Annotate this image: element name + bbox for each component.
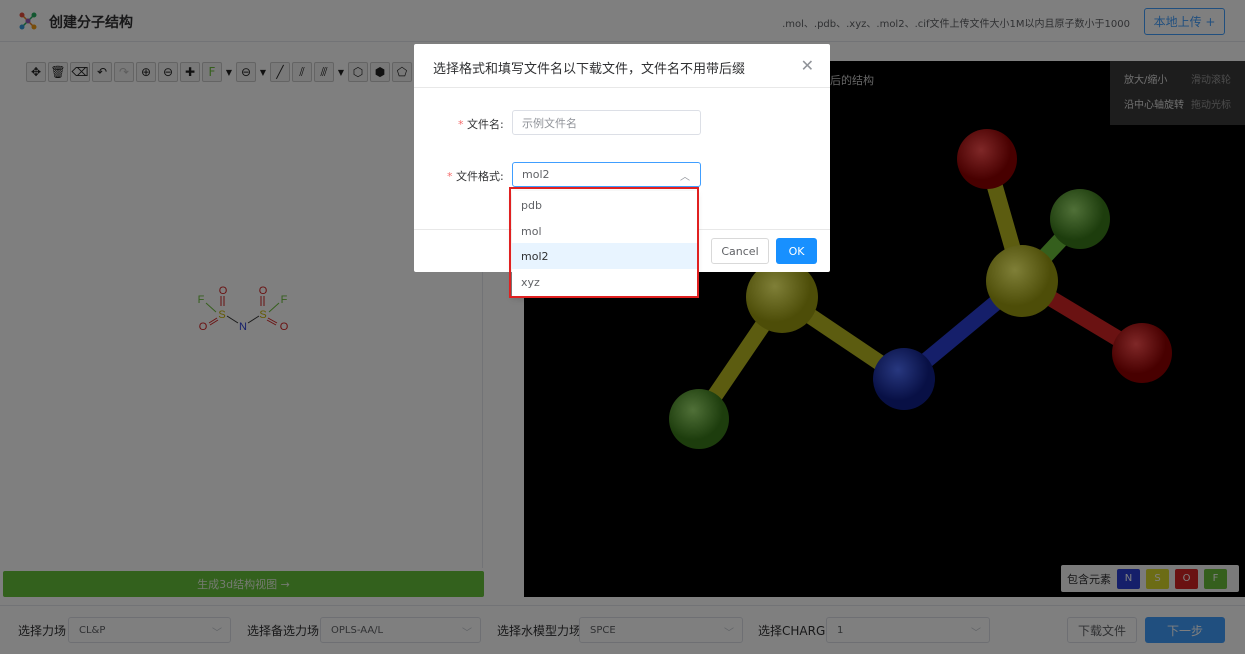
app-root: 创建分子结构 .mol、.pdb、.xyz、.mol2、.cif文件上传文件大小… xyxy=(0,0,1245,654)
dialog-title: 选择格式和填写文件名以下载文件，文件名不用带后缀 xyxy=(433,62,746,77)
chevron-up-icon: ︿ xyxy=(680,172,690,183)
divider xyxy=(414,87,830,88)
format-option-xyz[interactable]: xyz xyxy=(512,269,697,295)
cancel-button[interactable]: Cancel xyxy=(711,238,769,264)
format-option-mol2[interactable]: mol2 xyxy=(512,243,697,269)
filename-label: * 文件名: xyxy=(458,118,504,131)
format-option-mol[interactable]: mol xyxy=(512,218,697,244)
close-icon[interactable]: ✕ xyxy=(801,56,814,75)
format-dropdown: pdb mol mol2 xyz xyxy=(512,191,697,297)
format-label: * 文件格式: xyxy=(447,170,504,183)
ok-button[interactable]: OK xyxy=(776,238,817,264)
format-select[interactable]: mol2 ︿ xyxy=(512,162,701,187)
format-option-pdb[interactable]: pdb xyxy=(512,192,697,218)
filename-input[interactable]: 示例文件名 xyxy=(512,110,701,135)
